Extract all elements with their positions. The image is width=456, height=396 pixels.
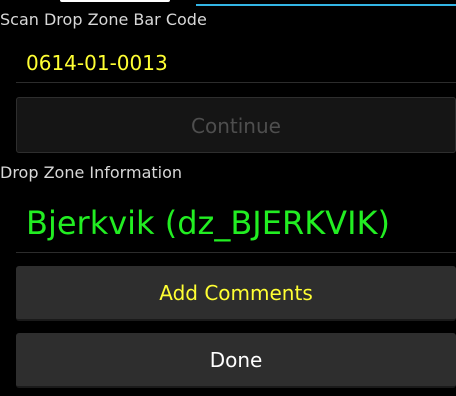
done-button[interactable]: Done (16, 333, 456, 388)
add-comments-button[interactable]: Add Comments (16, 266, 456, 321)
cut-off-title-text (60, 0, 170, 4)
barcode-field[interactable]: 0614-01-0013 (16, 44, 456, 83)
dropzone-field: Bjerkvik (dz_BJERKVIK) (16, 194, 456, 253)
drop-zone-screen: Scan Drop Zone Bar Code 0614-01-0013 Con… (0, 0, 456, 396)
dropzone-info-label: Drop Zone Information (0, 163, 183, 182)
continue-button[interactable]: Continue (16, 97, 456, 153)
dropzone-value: Bjerkvik (dz_BJERKVIK) (26, 204, 390, 242)
barcode-value[interactable]: 0614-01-0013 (26, 50, 168, 76)
scan-barcode-label: Scan Drop Zone Bar Code (0, 10, 207, 29)
title-accent-line (196, 4, 456, 6)
